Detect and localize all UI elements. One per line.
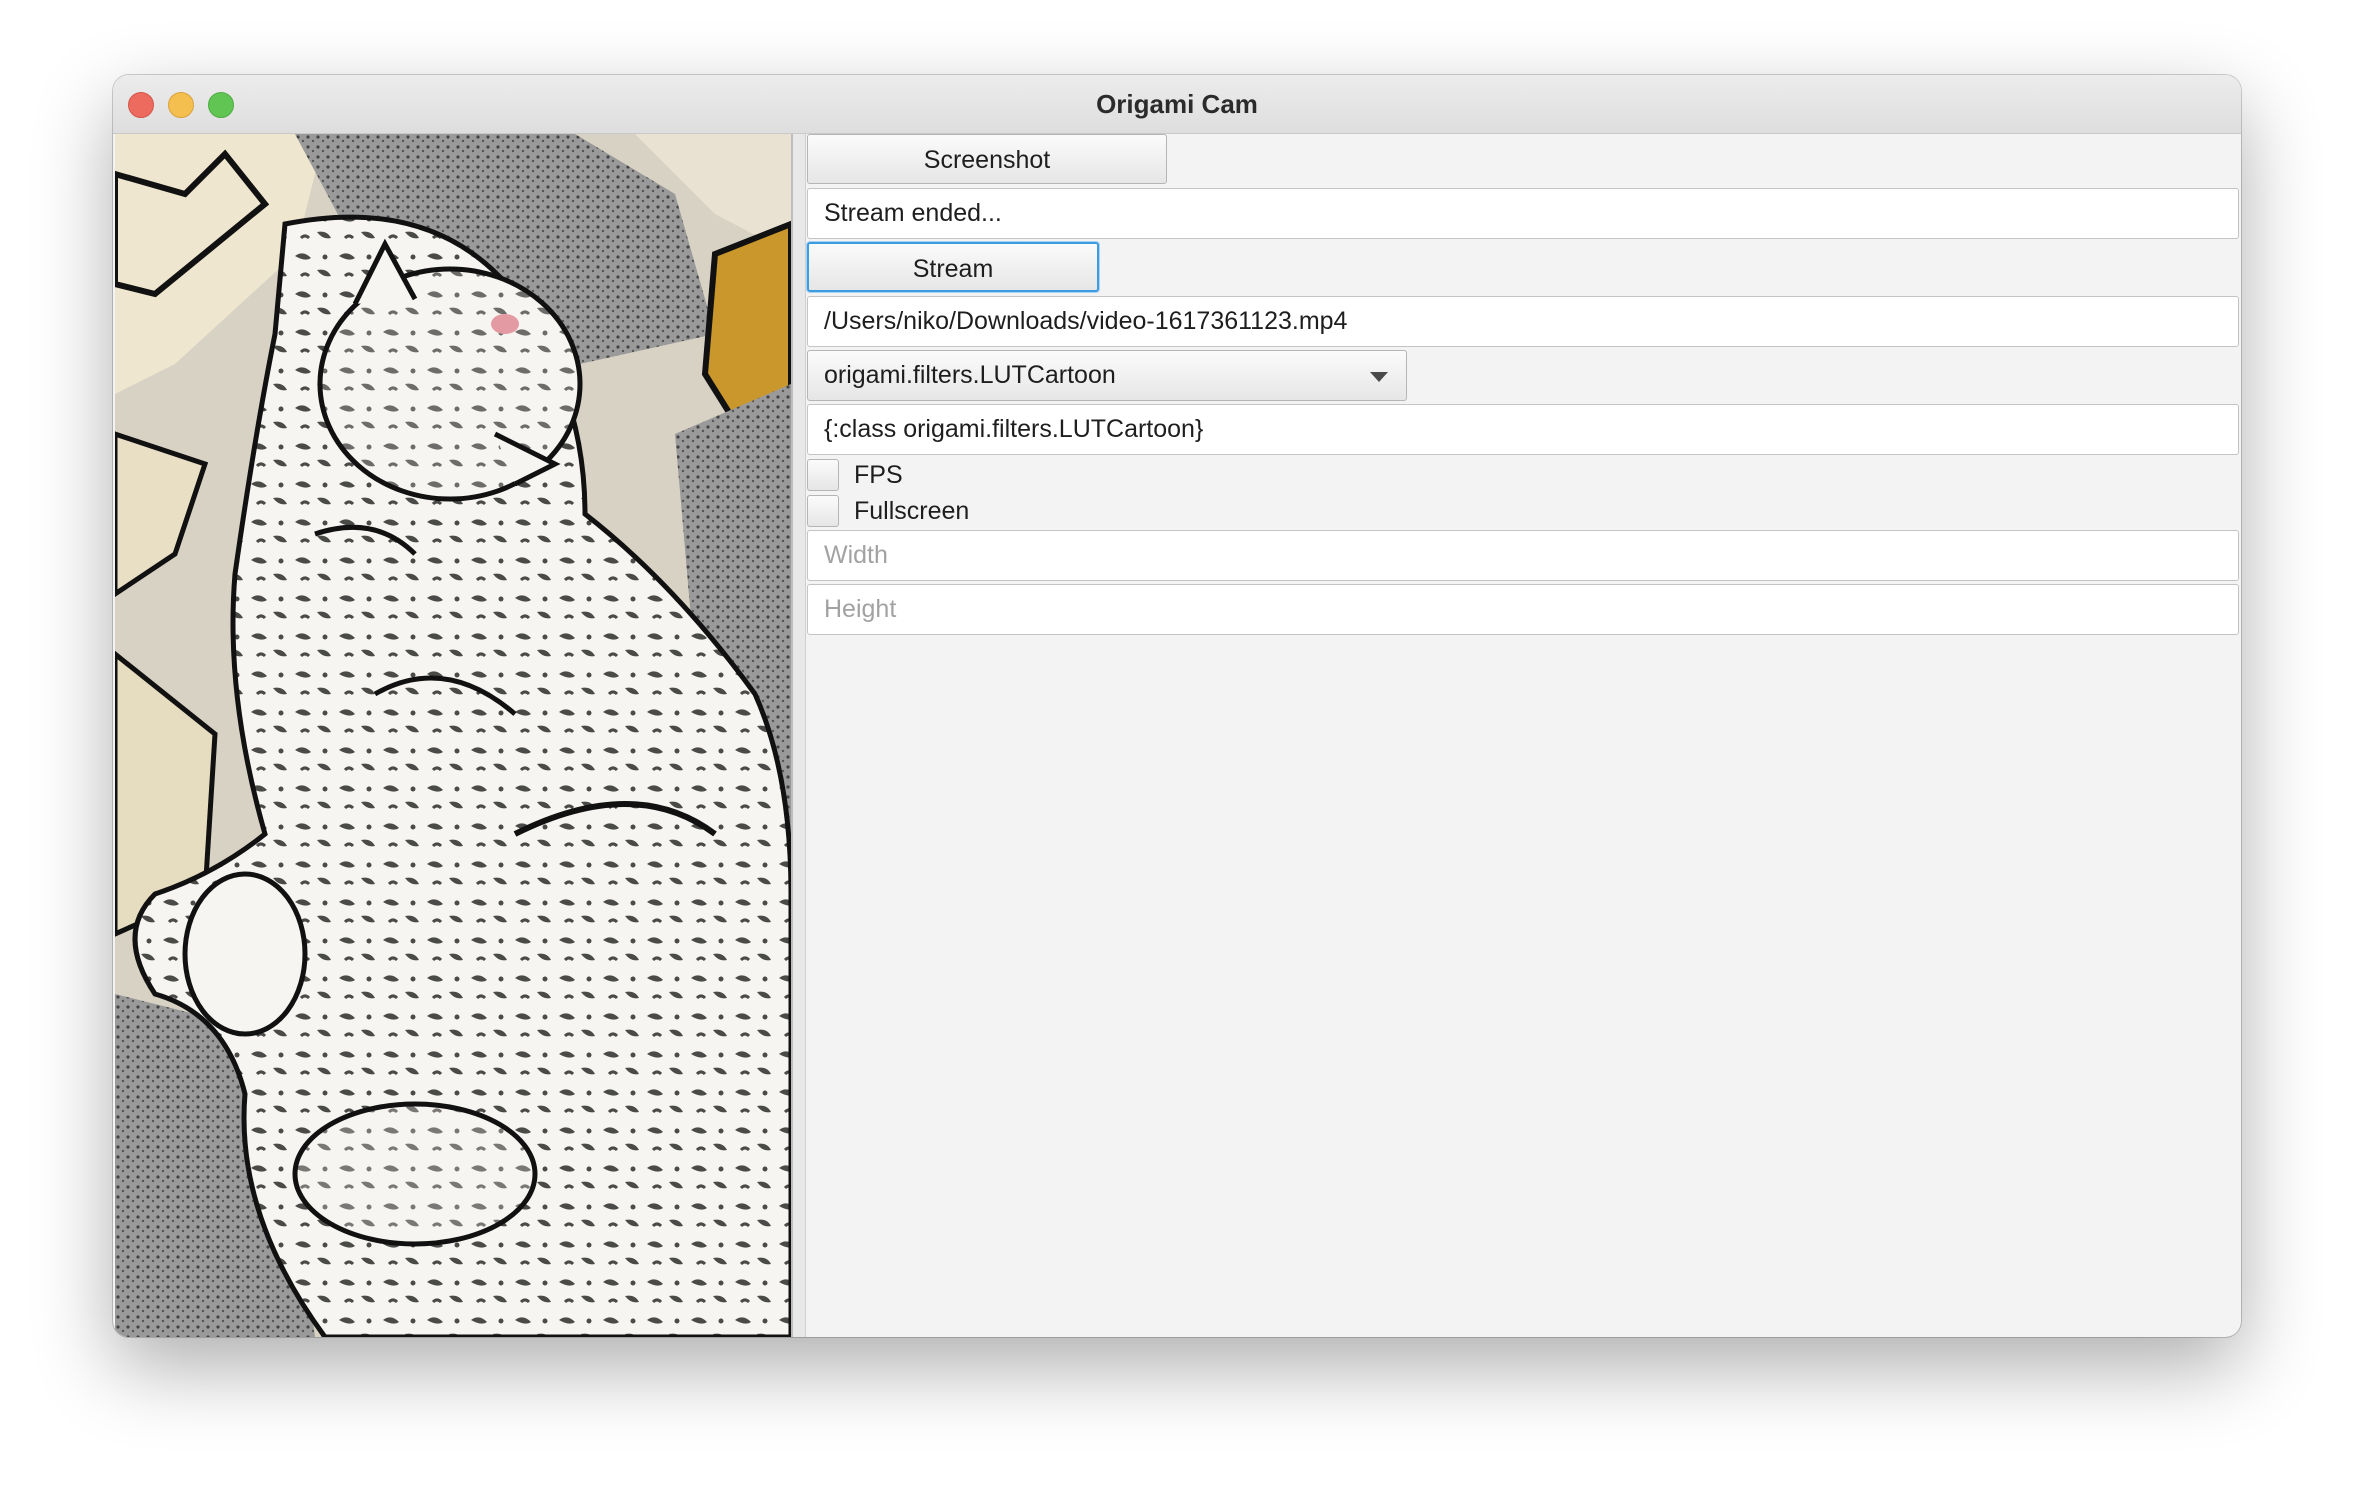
window-title: Origami Cam: [1096, 89, 1258, 119]
width-input[interactable]: Width: [807, 530, 2239, 581]
controls-panel: Screenshot Stream ended... Stream /Users…: [807, 134, 2239, 1337]
fullscreen-label: Fullscreen: [854, 497, 970, 525]
filter-select[interactable]: origami.filters.LUTCartoon: [807, 350, 1407, 401]
status-field[interactable]: Stream ended...: [807, 188, 2239, 239]
app-window: Origami Cam Screenshot Stream ended... S…: [113, 75, 2241, 1337]
panel-gutter: [793, 134, 806, 1337]
height-input[interactable]: Height: [807, 584, 2239, 635]
screenshot-button[interactable]: Screenshot: [807, 134, 1167, 184]
filter-options-field[interactable]: {:class origami.filters.LUTCartoon}: [807, 404, 2239, 455]
stream-button[interactable]: Stream: [807, 242, 1099, 292]
window-content: Screenshot Stream ended... Stream /Users…: [113, 134, 2241, 1337]
chevron-down-icon: [1370, 372, 1388, 382]
title-bar[interactable]: Origami Cam: [113, 75, 2241, 134]
video-preview: [115, 134, 791, 1337]
file-path-field[interactable]: /Users/niko/Downloads/video-1617361123.m…: [807, 296, 2239, 347]
filter-select-value: origami.filters.LUTCartoon: [824, 361, 1116, 389]
fullscreen-checkbox[interactable]: [807, 495, 839, 527]
fps-label: FPS: [854, 461, 903, 489]
fps-checkbox[interactable]: [807, 459, 839, 491]
cartoon-cat-image: [115, 134, 791, 1337]
